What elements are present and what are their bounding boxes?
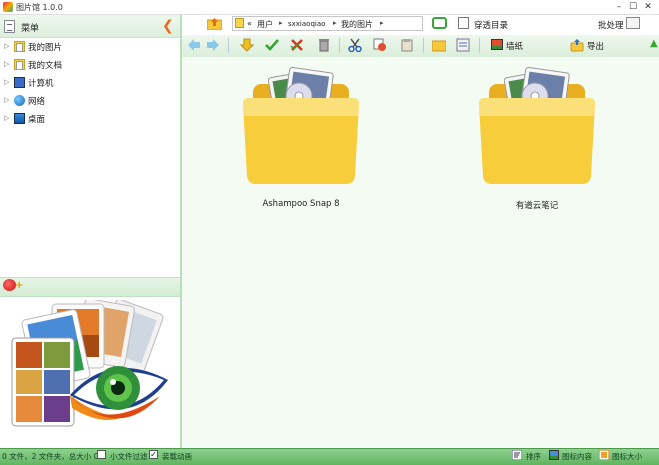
icon-content-button[interactable]: 图标内容 [562,451,592,462]
check-icon[interactable] [265,38,279,52]
app-logo-icon [3,2,13,12]
load-animation-checkbox[interactable]: ✓ [149,450,158,459]
toolbar-divider [339,38,340,53]
network-icon [14,95,25,106]
expand-arrow-icon[interactable]: ▷ [4,78,9,86]
breadcrumb-separator[interactable]: ▸ [333,19,337,27]
photo-collage-icon [11,337,75,427]
small-file-filter-checkbox[interactable] [97,450,106,459]
folder-name[interactable]: Ashampoo Snap 8 [231,199,371,209]
export-icon[interactable] [570,38,584,52]
desktop-icon [14,113,25,124]
expand-arrow-icon[interactable]: ▷ [4,114,9,122]
maximize-button[interactable]: ☐ [627,1,639,13]
icon-size-button[interactable]: 图标大小 [612,451,642,462]
forward-arrow-icon[interactable] [206,38,220,52]
breadcrumb-item[interactable]: 我的图片 [341,19,373,30]
folder-with-photos-icon [243,67,359,184]
expand-arrow-icon[interactable]: ▷ [4,96,9,104]
window-title: 图片馆 1.0.0 [16,3,63,12]
add-favorite-icon[interactable]: + [15,280,23,291]
app-logo-illustration [11,300,168,427]
cut-icon[interactable] [348,38,362,52]
close-button[interactable]: ✕ [642,1,654,13]
toolbar-divider [423,38,424,53]
refresh-icon[interactable] [432,17,447,29]
through-directory-button[interactable]: 穿透目录 [474,19,508,31]
up-folder-icon[interactable] [207,17,222,30]
back-arrow-icon[interactable] [187,38,201,52]
batch-process-button[interactable]: 批处理 [598,19,624,31]
load-animation-label[interactable]: 装载动画 [162,451,192,462]
icon-size-icon[interactable] [599,450,609,460]
title-bar [0,0,659,15]
tree-item-label: 桌面 [28,115,46,125]
export-button[interactable]: 导出 [587,40,604,52]
minimize-button[interactable]: – [613,1,625,13]
computer-icon [14,77,25,88]
expand-arrow-icon[interactable]: ▷ [4,42,9,50]
batch-process-icon[interactable] [626,17,640,29]
small-file-filter-label[interactable]: 小文件过滤 [110,451,148,462]
favorites-bar [0,277,180,297]
copy-icon[interactable] [373,38,387,52]
tree-item-my-documents[interactable]: ▷ 我的文档 [4,57,174,73]
tree-item-desktop[interactable]: ▷ 桌面 [4,111,174,127]
menu-icon[interactable] [4,20,15,33]
tree-item-label: 网络 [28,97,46,107]
new-folder-icon[interactable] [432,38,446,52]
breadcrumb-item[interactable]: sxxiaoqiao [288,20,325,28]
properties-icon[interactable] [456,38,470,52]
expand-arrow-icon[interactable]: ▷ [4,60,9,68]
wallpaper-button[interactable]: 墙纸 [506,40,523,52]
breadcrumb-item[interactable]: 用户 [257,19,273,30]
tree-item-computer[interactable]: ▷ 计算机 [4,75,174,91]
trash-icon[interactable] [317,38,331,52]
sort-icon[interactable] [512,450,522,460]
menu-label[interactable]: 菜单 [21,21,39,34]
breadcrumb-folder-icon [235,18,244,28]
folder-item[interactable]: Ashampoo Snap 8 [231,64,371,209]
scroll-up-arrow-icon[interactable]: ▲ [650,38,658,49]
through-directory-icon[interactable] [458,17,469,29]
folder-item[interactable]: 有道云笔记 [467,64,607,211]
tree-item-label: 计算机 [28,79,54,89]
sort-button[interactable]: 排序 [526,451,541,462]
uncheck-icon[interactable] [290,38,304,52]
collapse-sidebar-icon[interactable]: ❮ [162,18,174,34]
tree-item-network[interactable]: ▷ 网络 [4,93,174,109]
pictures-folder-icon [14,41,25,52]
breadcrumb-separator[interactable]: ▸ [380,19,384,27]
folder-with-photos-icon [479,67,595,184]
documents-folder-icon [14,59,25,70]
tree-item-my-pictures[interactable]: ▷ 我的图片 [4,39,174,55]
icon-content-icon[interactable] [549,450,559,460]
toolbar-divider [479,38,480,53]
paste-icon[interactable] [400,38,414,52]
breadcrumb-separator[interactable]: ▸ [279,19,283,27]
toolbar-divider [228,38,229,53]
tree-item-label: 我的图片 [28,43,63,53]
breadcrumb-back[interactable]: « [247,19,252,28]
tree-item-label: 我的文档 [28,61,63,71]
status-summary: 0 文件，2 文件夹，总大小 0 [2,452,99,461]
folder-name[interactable]: 有道云笔记 [467,199,607,211]
favorite-download-icon[interactable] [240,38,254,52]
wallpaper-icon[interactable] [490,38,504,52]
